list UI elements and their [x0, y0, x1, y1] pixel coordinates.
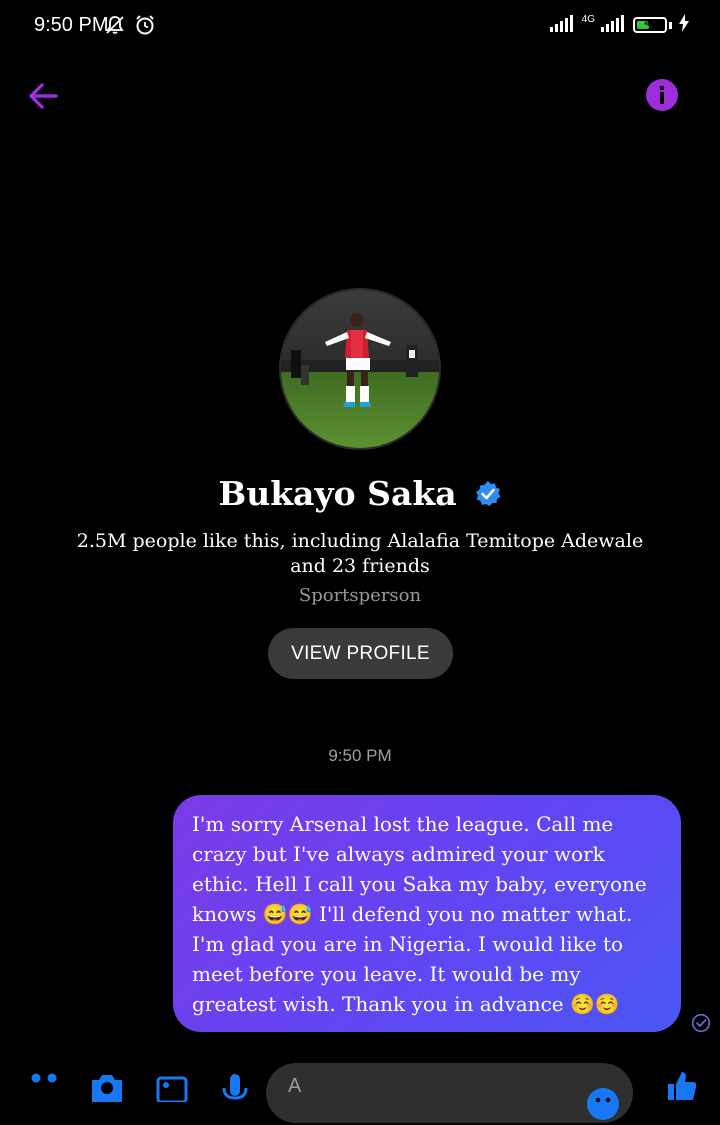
status-time: 9:50 PM [34, 14, 109, 36]
sent-check-icon [691, 1013, 711, 1033]
signal-strength-icon-2 [601, 14, 627, 36]
message-input-placeholder: A [288, 1075, 302, 1097]
page-category: Sportsperson [298, 585, 422, 606]
camera-button[interactable] [90, 1072, 124, 1102]
profile-name-row: Bukayo Saka [0, 474, 720, 513]
arrow-left-icon [29, 83, 58, 109]
microphone-icon [222, 1074, 248, 1100]
status-bar: 9:50 PM 4G 45 [0, 0, 720, 56]
battery-icon: 45 [633, 17, 667, 33]
microphone-button[interactable] [218, 1072, 252, 1102]
message-input[interactable]: A [266, 1063, 633, 1123]
signal-strength-icon [549, 14, 576, 36]
camera-icon [92, 1075, 122, 1102]
battery-percentage: 45 [644, 18, 656, 29]
status-icons-left [104, 14, 156, 40]
verified-badge-icon [474, 480, 502, 508]
message-timestamp: 9:50 PM [328, 746, 392, 765]
outgoing-message-bubble[interactable]: I'm sorry Arsenal lost the league. Call … [173, 795, 681, 1032]
battery-cap [669, 21, 672, 29]
info-icon [659, 85, 665, 104]
like-button[interactable] [664, 1070, 698, 1100]
message-text: I'm sorry Arsenal lost the league. Call … [192, 812, 647, 1016]
back-button[interactable] [26, 78, 62, 114]
gallery-button[interactable] [156, 1072, 190, 1104]
page-likes-text: 2.5M people like this, including Alalafi… [76, 530, 644, 577]
muted-bell-icon [104, 14, 126, 40]
player-photo [281, 290, 439, 448]
menu-dots-button[interactable] [30, 1072, 64, 1102]
profile-name: Bukayo Saka [218, 474, 457, 513]
info-button[interactable] [646, 79, 678, 111]
message-composer: A [0, 1050, 720, 1123]
charging-bolt-icon [678, 14, 690, 36]
status-icons-right: 4G 45 [549, 13, 690, 36]
emoji-button[interactable] [586, 1087, 620, 1121]
profile-avatar[interactable] [279, 288, 441, 450]
view-profile-button[interactable]: VIEW PROFILE [268, 628, 453, 679]
gallery-icon [156, 1076, 188, 1104]
like-thumb-icon [668, 1072, 697, 1100]
network-type-label: 4G [581, 13, 595, 25]
menu-dots-icon [31, 1073, 57, 1083]
emoji-icon [587, 1088, 619, 1120]
alarm-clock-icon [134, 14, 156, 40]
